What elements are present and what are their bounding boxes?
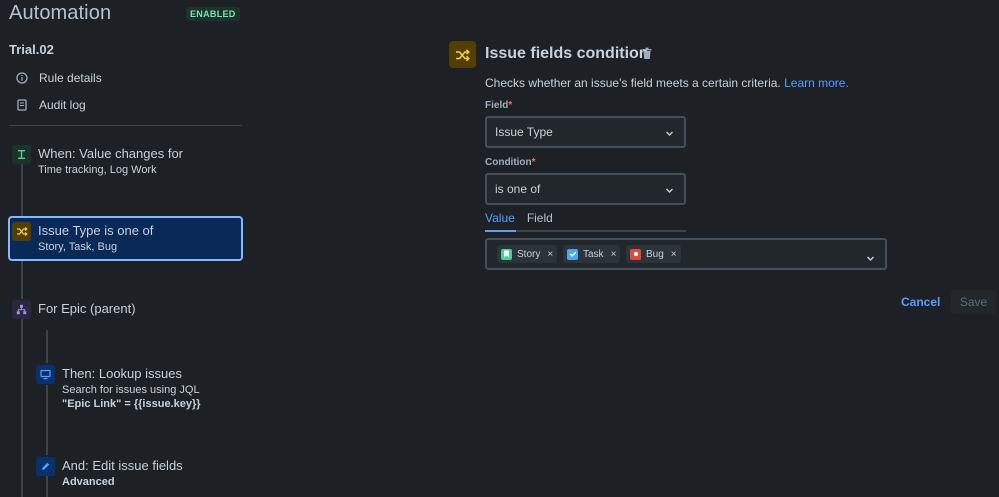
sidebar-divider <box>9 125 242 126</box>
value-chip-story: Story × <box>497 245 558 263</box>
story-icon <box>501 248 512 260</box>
panel-description: Checks whether an issue's field meets a … <box>485 76 849 90</box>
chip-label: Task <box>583 248 604 260</box>
value-field-tabs: Value Field <box>485 211 553 229</box>
field-select-value: Issue Type <box>495 125 553 139</box>
pencil-icon <box>36 457 55 476</box>
value-chip-task: Task × <box>563 245 621 263</box>
chip-label: Story <box>517 248 541 260</box>
flow-condition-content: Issue Type is one of Story, Task, Bug <box>12 222 240 258</box>
panel-title: Issue fields condition <box>485 45 649 62</box>
condition-select-value: is one of <box>495 182 541 196</box>
flow-action-lookup-item[interactable]: Then: Lookup issues Search for issues us… <box>36 365 242 415</box>
flow-item-subtitle: Time tracking, Log Work <box>38 164 157 176</box>
field-label: Field* <box>485 100 512 111</box>
page-title: Automation <box>9 2 112 24</box>
flow-connector <box>21 319 23 497</box>
flow-item-title: When: Value changes for <box>38 146 184 161</box>
flow-item-detail: "Epic Link" = {{issue.key}} <box>62 398 201 410</box>
flow-connector <box>21 261 23 299</box>
tab-value[interactable]: Value <box>485 211 515 229</box>
required-mark: * <box>531 157 536 168</box>
sidebar-item-label: Audit log <box>39 98 86 112</box>
remove-story-icon[interactable]: × <box>547 249 553 260</box>
flow-item-title: Issue Type is one of <box>38 223 154 238</box>
info-icon <box>16 72 28 84</box>
shuffle-icon <box>12 222 31 241</box>
chip-label: Bug <box>646 248 664 260</box>
status-badge: ENABLED <box>186 7 240 21</box>
flow-trigger-item[interactable]: When: Value changes for Time tracking, L… <box>12 145 242 185</box>
audit-log-icon <box>16 99 28 111</box>
chevron-down-icon <box>665 127 674 136</box>
sidebar-item-audit-log[interactable]: Audit log <box>16 98 86 112</box>
tab-underline <box>485 230 686 232</box>
sidebar-item-label: Rule details <box>39 71 102 85</box>
trash-icon[interactable] <box>641 47 653 60</box>
flow-branch-item[interactable]: For Epic (parent) <box>12 300 242 322</box>
rule-name: Trial.02 <box>9 42 54 57</box>
field-label-text: Field <box>485 100 509 111</box>
shuffle-icon <box>449 41 476 68</box>
tab-field[interactable]: Field <box>527 211 553 229</box>
active-tab-indicator <box>485 230 516 232</box>
trigger-icon <box>12 145 31 164</box>
flow-action-edit-item[interactable]: And: Edit issue fields Advanced <box>36 457 242 493</box>
flow-item-title: For Epic (parent) <box>38 301 136 316</box>
field-select[interactable]: Issue Type <box>485 116 686 148</box>
monitor-icon <box>36 365 55 384</box>
sidebar-item-rule-details[interactable]: Rule details <box>16 71 102 85</box>
learn-more-link[interactable]: Learn more. <box>784 76 849 90</box>
cancel-button[interactable]: Cancel <box>901 295 940 309</box>
flow-item-title: And: Edit issue fields <box>62 458 183 473</box>
hierarchy-icon <box>12 300 31 319</box>
condition-select[interactable]: is one of <box>485 173 686 205</box>
task-icon <box>567 248 578 260</box>
condition-label: Condition* <box>485 157 536 168</box>
chevron-down-icon <box>665 184 674 193</box>
chevron-down-icon[interactable] <box>866 250 875 261</box>
flow-item-title: Then: Lookup issues <box>62 366 182 381</box>
value-chip-bug: Bug × <box>626 245 681 263</box>
flow-item-subtitle: Story, Task, Bug <box>38 241 118 253</box>
flow-connector <box>46 330 48 363</box>
flow-item-subtitle: Search for issues using JQL <box>62 384 200 396</box>
value-multiselect[interactable]: Story × Task × Bug × <box>485 238 887 270</box>
flow-item-detail: Advanced <box>62 476 115 488</box>
save-button[interactable]: Save <box>951 290 996 314</box>
required-mark: * <box>508 100 513 111</box>
bug-icon <box>630 248 641 260</box>
remove-task-icon[interactable]: × <box>611 249 617 260</box>
condition-label-text: Condition <box>485 157 532 168</box>
remove-bug-icon[interactable]: × <box>671 249 677 260</box>
description-text: Checks whether an issue's field meets a … <box>485 76 781 90</box>
